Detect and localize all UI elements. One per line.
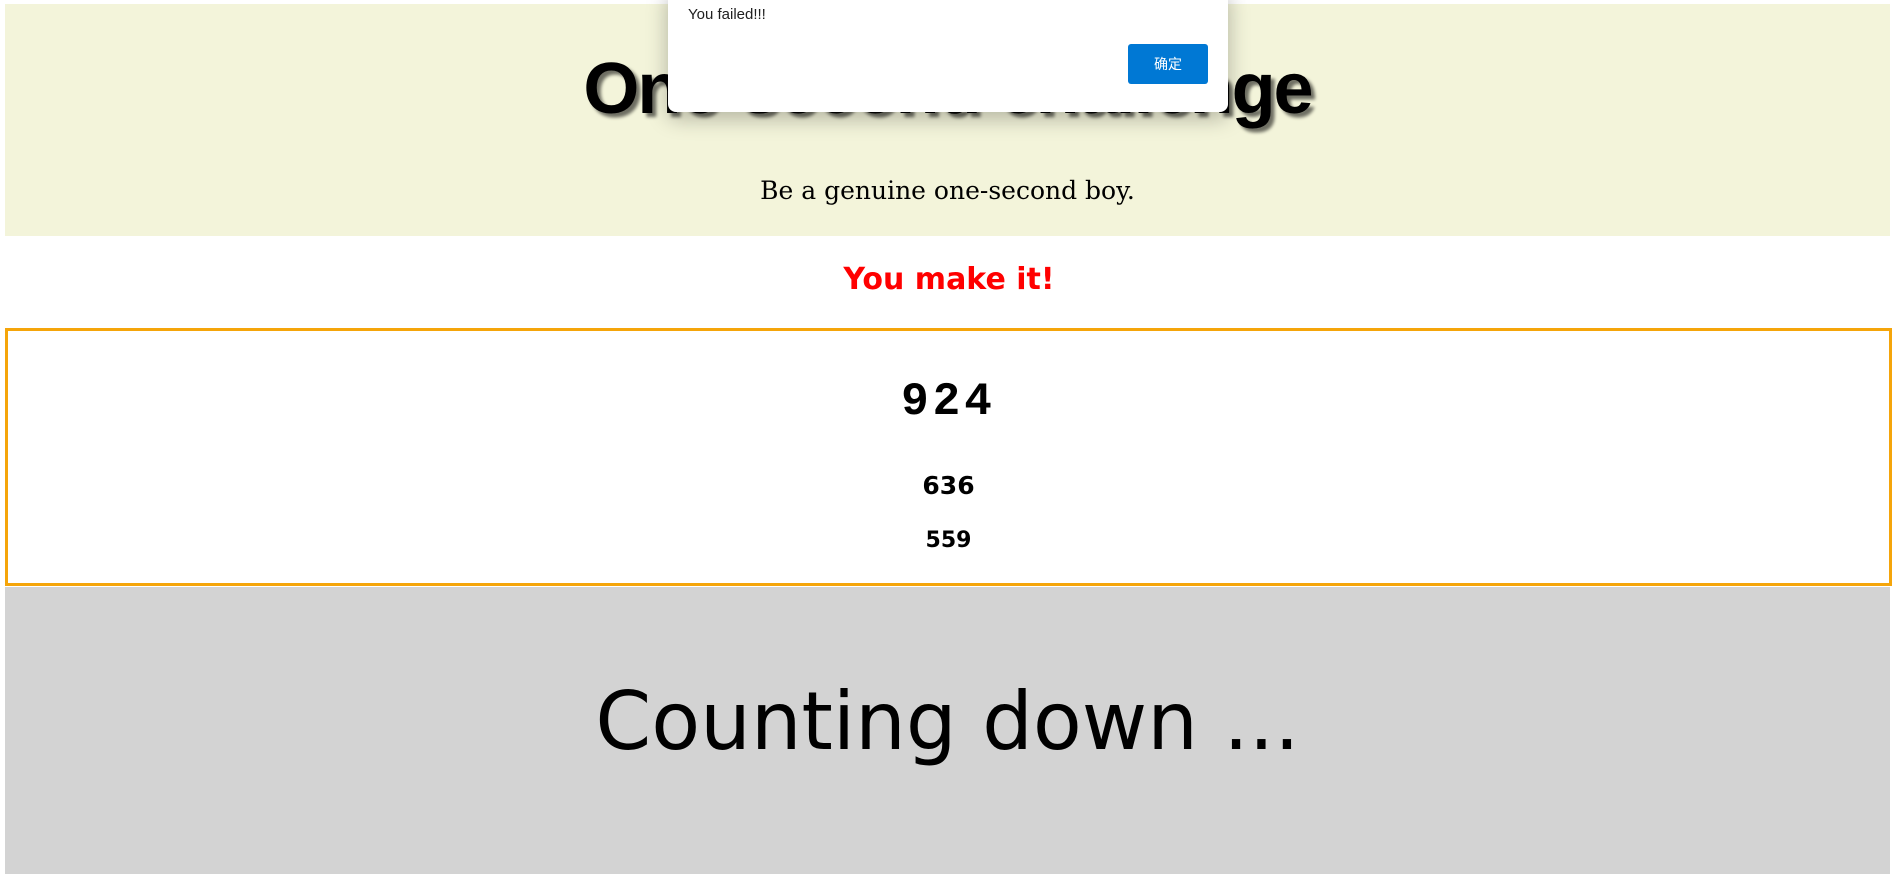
- previous-time: 559: [925, 528, 972, 553]
- current-time: 924: [901, 376, 996, 428]
- countdown-button[interactable]: Counting down ...: [5, 587, 1890, 874]
- countdown-label: Counting down ...: [595, 675, 1300, 768]
- alert-message: You failed!!!: [688, 6, 766, 23]
- times-panel: 924 636 559: [5, 328, 1892, 586]
- page-subtitle: Be a genuine one-second boy.: [760, 176, 1135, 205]
- previous-time: 636: [922, 471, 975, 500]
- alert-dialog: You failed!!! 确定: [668, 0, 1228, 112]
- result-message: You make it!: [843, 262, 1055, 297]
- alert-ok-button[interactable]: 确定: [1128, 44, 1208, 84]
